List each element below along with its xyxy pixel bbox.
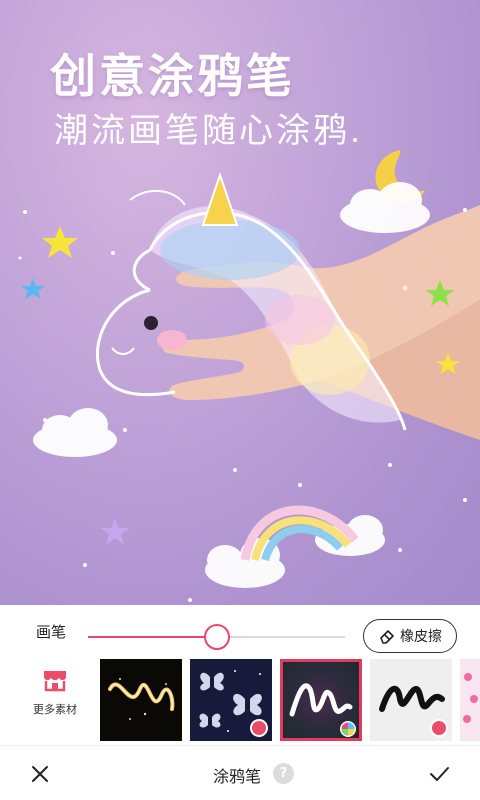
help-icon[interactable]: ? <box>273 763 294 784</box>
close-icon <box>32 766 48 782</box>
canvas-preview[interactable]: 创意涂鸦笔 潮流画笔随心涂鸦 <box>0 0 480 605</box>
confirm-button[interactable] <box>426 761 452 787</box>
brush-label: 画笔 <box>36 623 67 641</box>
close-button[interactable] <box>27 761 53 787</box>
bottom-toolbar: 涂鸦笔 ? <box>0 745 480 800</box>
download-badge <box>430 719 448 737</box>
store-icon <box>44 671 66 692</box>
check-icon <box>430 767 449 781</box>
slider-fill <box>88 636 217 638</box>
brush-thumb-pink-heart[interactable] <box>460 659 480 741</box>
brush-size-slider[interactable] <box>88 624 345 650</box>
eraser-icon <box>380 630 394 644</box>
eraser-label: 橡皮擦 <box>400 629 442 645</box>
brush-thumb-black-stroke[interactable] <box>370 659 452 741</box>
brush-material-list: 更多素材 <box>0 657 480 745</box>
neon-line-preview <box>280 659 362 741</box>
pink-heart-preview <box>460 659 480 741</box>
hero-subtitle: 潮流画笔随心涂鸦 <box>54 111 350 151</box>
golden-sparkle-preview <box>100 659 182 741</box>
brush-settings: 画笔 橡皮擦 <box>0 605 480 657</box>
more-materials-button[interactable]: 更多素材 <box>28 667 82 737</box>
toolbar-title: 涂鸦笔 <box>213 767 262 786</box>
eraser-button[interactable]: 橡皮擦 <box>363 619 457 653</box>
brush-thumb-butterfly[interactable] <box>190 659 272 741</box>
brush-thumb-golden-sparkle[interactable] <box>100 659 182 741</box>
slider-thumb[interactable] <box>203 624 230 650</box>
brush-thumb-neon-line[interactable] <box>280 659 362 741</box>
hero-title: 创意涂鸦笔 <box>50 49 295 103</box>
download-badge <box>250 719 268 737</box>
more-materials-label: 更多素材 <box>33 703 77 716</box>
